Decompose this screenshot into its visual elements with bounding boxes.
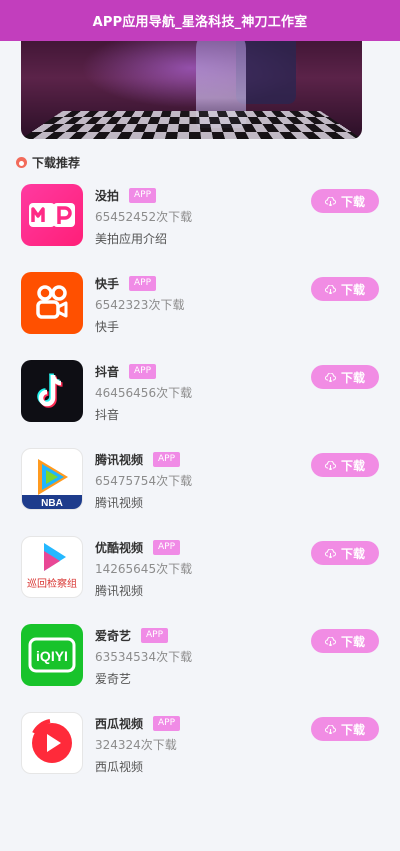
list-item[interactable]: 快手 APP 6542323次下载 快手 下载 xyxy=(0,266,400,354)
app-name-row: 抖音 APP xyxy=(95,363,156,380)
download-label: 下载 xyxy=(341,369,365,386)
list-item[interactable]: NBA 腾讯视频 APP 65475754次下载 腾讯视频 下载 xyxy=(0,442,400,530)
section-title: 下载推荐 xyxy=(32,154,80,171)
app-name: 快手 xyxy=(95,275,119,292)
cloud-download-icon xyxy=(325,461,336,470)
cloud-download-icon xyxy=(325,373,336,382)
app-description: 腾讯视频 xyxy=(95,582,143,599)
youku-promo-text: 巡回检察组 xyxy=(27,577,77,590)
top-bar: APP应用导航_星洛科技_神刀工作室 xyxy=(0,0,400,41)
kuaishou-icon[interactable] xyxy=(21,272,83,334)
banner-checkered-floor xyxy=(21,111,362,139)
app-name: 没拍 xyxy=(95,187,119,204)
app-tag-badge: APP xyxy=(153,716,180,731)
app-tag-badge: APP xyxy=(129,188,156,203)
download-label: 下载 xyxy=(341,633,365,650)
app-name-row: 爱奇艺 APP xyxy=(95,627,168,644)
app-description: 腾讯视频 xyxy=(95,494,143,511)
iqiyi-icon[interactable]: iQIYI xyxy=(21,624,83,686)
list-item[interactable]: 没拍 APP 65452452次下载 美拍应用介绍 下载 xyxy=(0,178,400,266)
cloud-download-icon xyxy=(325,725,336,734)
list-item[interactable]: iQIYI 爱奇艺 APP 63534534次下载 爱奇艺 下载 xyxy=(0,618,400,706)
cloud-download-icon xyxy=(325,197,336,206)
app-description: 爱奇艺 xyxy=(95,670,131,687)
app-name: 腾讯视频 xyxy=(95,451,143,468)
app-name: 爱奇艺 xyxy=(95,627,131,644)
app-name: 优酷视频 xyxy=(95,539,143,556)
app-downloads: 6542323次下载 xyxy=(95,296,184,313)
app-tag-badge: APP xyxy=(153,452,180,467)
page-title: APP应用导航_星洛科技_神刀工作室 xyxy=(93,11,308,30)
banner-image[interactable] xyxy=(21,28,362,139)
app-description: 西瓜视频 xyxy=(95,758,143,775)
app-list: 没拍 APP 65452452次下载 美拍应用介绍 下载 快手 APP 6542… xyxy=(0,178,400,794)
app-name: 抖音 xyxy=(95,363,119,380)
cloud-download-icon xyxy=(325,549,336,558)
list-item[interactable]: 西瓜视频 APP 324324次下载 西瓜视频 下载 xyxy=(0,706,400,794)
download-label: 下载 xyxy=(341,457,365,474)
download-button[interactable]: 下载 xyxy=(311,189,379,213)
meipai-icon[interactable] xyxy=(21,184,83,246)
app-downloads: 14265645次下载 xyxy=(95,560,192,577)
cloud-download-icon xyxy=(325,637,336,646)
douyin-icon[interactable] xyxy=(21,360,83,422)
nba-label: NBA xyxy=(41,498,63,509)
app-name-row: 腾讯视频 APP xyxy=(95,451,180,468)
download-button[interactable]: 下载 xyxy=(311,541,379,565)
app-tag-badge: APP xyxy=(153,540,180,555)
hot-icon xyxy=(16,157,27,168)
download-label: 下载 xyxy=(341,545,365,562)
tencent-video-icon[interactable]: NBA xyxy=(21,448,83,510)
download-label: 下载 xyxy=(341,193,365,210)
app-description: 美拍应用介绍 xyxy=(95,230,167,247)
app-tag-badge: APP xyxy=(129,364,156,379)
app-name-row: 西瓜视频 APP xyxy=(95,715,180,732)
app-tag-badge: APP xyxy=(129,276,156,291)
download-button[interactable]: 下载 xyxy=(311,453,379,477)
section-header: 下载推荐 xyxy=(16,154,80,171)
xigua-icon[interactable] xyxy=(21,712,83,774)
download-button[interactable]: 下载 xyxy=(311,629,379,653)
app-description: 快手 xyxy=(95,318,119,335)
app-downloads: 65452452次下载 xyxy=(95,208,192,225)
app-downloads: 324324次下载 xyxy=(95,736,177,753)
app-description: 抖音 xyxy=(95,406,119,423)
app-name-row: 快手 APP xyxy=(95,275,156,292)
app-tag-badge: APP xyxy=(141,628,168,643)
cloud-download-icon xyxy=(325,285,336,294)
download-button[interactable]: 下载 xyxy=(311,365,379,389)
download-button[interactable]: 下载 xyxy=(311,277,379,301)
download-label: 下载 xyxy=(341,281,365,298)
app-downloads: 46456456次下载 xyxy=(95,384,192,401)
download-button[interactable]: 下载 xyxy=(311,717,379,741)
iqiyi-logo-text: iQIYI xyxy=(36,648,68,664)
list-item[interactable]: 抖音 APP 46456456次下载 抖音 下载 xyxy=(0,354,400,442)
download-label: 下载 xyxy=(341,721,365,738)
app-downloads: 65475754次下载 xyxy=(95,472,192,489)
app-name-row: 没拍 APP xyxy=(95,187,156,204)
app-downloads: 63534534次下载 xyxy=(95,648,192,665)
list-item[interactable]: 巡回检察组 优酷视频 APP 14265645次下载 腾讯视频 下载 xyxy=(0,530,400,618)
app-name: 西瓜视频 xyxy=(95,715,143,732)
app-name-row: 优酷视频 APP xyxy=(95,539,180,556)
youku-icon[interactable]: 巡回检察组 xyxy=(21,536,83,598)
